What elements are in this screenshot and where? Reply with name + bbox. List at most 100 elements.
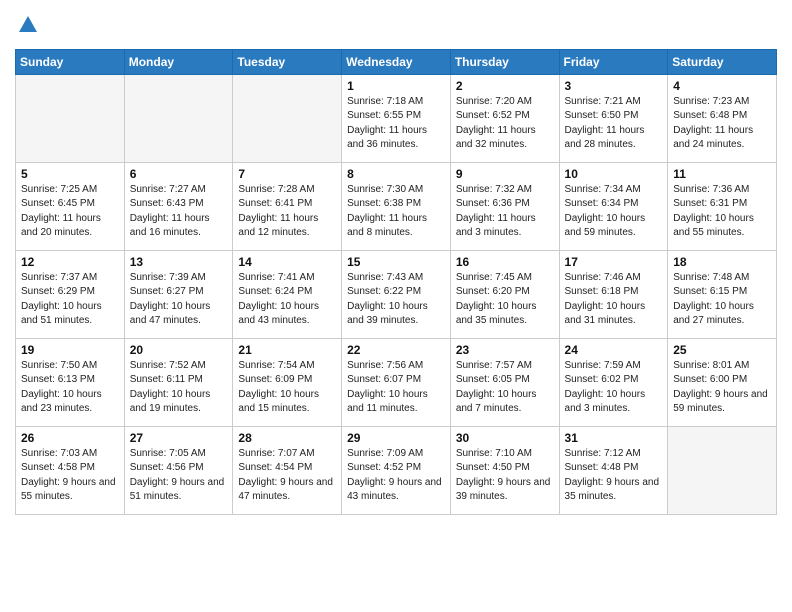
page-container: SundayMondayTuesdayWednesdayThursdayFrid… [0, 0, 792, 530]
cell-text: Sunrise: 7:52 AM Sunset: 6:11 PM Dayligh… [130, 359, 228, 417]
calendar-cell: 27 Sunrise: 7:05 AM Sunset: 4:56 PM Dayli… [124, 426, 233, 514]
cell-text: Sunrise: 7:03 AM Sunset: 4:58 PM Dayligh… [21, 447, 119, 505]
day-number: 19 [21, 343, 119, 357]
calendar-cell: 21 Sunrise: 7:54 AM Sunset: 6:09 PM Dayli… [233, 338, 342, 426]
day-number: 17 [565, 255, 663, 269]
calendar-cell: 15 Sunrise: 7:43 AM Sunset: 6:22 PM Dayli… [342, 250, 451, 338]
calendar-cell: 5 Sunrise: 7:25 AM Sunset: 6:45 PM Daylig… [16, 162, 125, 250]
day-number: 29 [347, 431, 445, 445]
day-number: 28 [238, 431, 336, 445]
day-number: 25 [673, 343, 771, 357]
day-number: 10 [565, 167, 663, 181]
cell-text: Sunrise: 7:20 AM Sunset: 6:52 PM Dayligh… [456, 95, 554, 153]
cell-text: Sunrise: 7:23 AM Sunset: 6:48 PM Dayligh… [673, 95, 771, 153]
calendar-cell: 16 Sunrise: 7:45 AM Sunset: 6:20 PM Dayli… [450, 250, 559, 338]
calendar-week-row: 26 Sunrise: 7:03 AM Sunset: 4:58 PM Dayli… [16, 426, 777, 514]
weekday-header: Saturday [668, 49, 777, 74]
cell-text: Sunrise: 7:50 AM Sunset: 6:13 PM Dayligh… [21, 359, 119, 417]
day-number: 15 [347, 255, 445, 269]
logo-icon [17, 14, 39, 36]
calendar-cell [16, 74, 125, 162]
calendar-cell: 10 Sunrise: 7:34 AM Sunset: 6:34 PM Dayli… [559, 162, 668, 250]
day-number: 30 [456, 431, 554, 445]
calendar-cell: 2 Sunrise: 7:20 AM Sunset: 6:52 PM Daylig… [450, 74, 559, 162]
cell-text: Sunrise: 7:54 AM Sunset: 6:09 PM Dayligh… [238, 359, 336, 417]
cell-text: Sunrise: 7:32 AM Sunset: 6:36 PM Dayligh… [456, 183, 554, 241]
calendar-cell: 13 Sunrise: 7:39 AM Sunset: 6:27 PM Dayli… [124, 250, 233, 338]
weekday-header-row: SundayMondayTuesdayWednesdayThursdayFrid… [16, 49, 777, 74]
day-number: 14 [238, 255, 336, 269]
cell-text: Sunrise: 7:21 AM Sunset: 6:50 PM Dayligh… [565, 95, 663, 153]
calendar-week-row: 19 Sunrise: 7:50 AM Sunset: 6:13 PM Dayli… [16, 338, 777, 426]
cell-text: Sunrise: 7:57 AM Sunset: 6:05 PM Dayligh… [456, 359, 554, 417]
calendar-cell: 14 Sunrise: 7:41 AM Sunset: 6:24 PM Dayli… [233, 250, 342, 338]
day-number: 6 [130, 167, 228, 181]
calendar-cell [124, 74, 233, 162]
cell-text: Sunrise: 7:41 AM Sunset: 6:24 PM Dayligh… [238, 271, 336, 329]
calendar-cell: 12 Sunrise: 7:37 AM Sunset: 6:29 PM Dayli… [16, 250, 125, 338]
day-number: 18 [673, 255, 771, 269]
calendar-cell: 7Sunrise: 7:28 AM Sunset: 6:41 PM Daylig… [233, 162, 342, 250]
calendar-cell: 18 Sunrise: 7:48 AM Sunset: 6:15 PM Dayli… [668, 250, 777, 338]
weekday-header: Wednesday [342, 49, 451, 74]
cell-text: Sunrise: 7:12 AM Sunset: 4:48 PM Dayligh… [565, 447, 663, 505]
cell-text: Sunrise: 7:37 AM Sunset: 6:29 PM Dayligh… [21, 271, 119, 329]
weekday-header: Tuesday [233, 49, 342, 74]
day-number: 2 [456, 79, 554, 93]
cell-text: Sunrise: 7:10 AM Sunset: 4:50 PM Dayligh… [456, 447, 554, 505]
cell-text: Sunrise: 8:01 AM Sunset: 6:00 PM Dayligh… [673, 359, 771, 417]
weekday-header: Sunday [16, 49, 125, 74]
calendar-cell: 31Sunrise: 7:12 AM Sunset: 4:48 PM Dayli… [559, 426, 668, 514]
cell-text: Sunrise: 7:09 AM Sunset: 4:52 PM Dayligh… [347, 447, 445, 505]
calendar-cell: 3Sunrise: 7:21 AM Sunset: 6:50 PM Daylig… [559, 74, 668, 162]
cell-text: Sunrise: 7:05 AM Sunset: 4:56 PM Dayligh… [130, 447, 228, 505]
calendar-cell: 9 Sunrise: 7:32 AM Sunset: 6:36 PM Daylig… [450, 162, 559, 250]
day-number: 13 [130, 255, 228, 269]
cell-text: Sunrise: 7:30 AM Sunset: 6:38 PM Dayligh… [347, 183, 445, 241]
weekday-header: Friday [559, 49, 668, 74]
calendar-cell: 25 Sunrise: 8:01 AM Sunset: 6:00 PM Dayli… [668, 338, 777, 426]
day-number: 22 [347, 343, 445, 357]
calendar-cell: 22 Sunrise: 7:56 AM Sunset: 6:07 PM Dayli… [342, 338, 451, 426]
cell-text: Sunrise: 7:48 AM Sunset: 6:15 PM Dayligh… [673, 271, 771, 329]
cell-text: Sunrise: 7:28 AM Sunset: 6:41 PM Dayligh… [238, 183, 336, 241]
page-header [15, 10, 777, 41]
day-number: 5 [21, 167, 119, 181]
calendar-cell: 11Sunrise: 7:36 AM Sunset: 6:31 PM Dayli… [668, 162, 777, 250]
day-number: 9 [456, 167, 554, 181]
cell-text: Sunrise: 7:34 AM Sunset: 6:34 PM Dayligh… [565, 183, 663, 241]
day-number: 27 [130, 431, 228, 445]
calendar-cell: 28 Sunrise: 7:07 AM Sunset: 4:54 PM Dayli… [233, 426, 342, 514]
calendar-week-row: 12 Sunrise: 7:37 AM Sunset: 6:29 PM Dayli… [16, 250, 777, 338]
calendar-cell [668, 426, 777, 514]
cell-text: Sunrise: 7:39 AM Sunset: 6:27 PM Dayligh… [130, 271, 228, 329]
calendar-cell: 6 Sunrise: 7:27 AM Sunset: 6:43 PM Daylig… [124, 162, 233, 250]
logo [15, 14, 39, 41]
cell-text: Sunrise: 7:25 AM Sunset: 6:45 PM Dayligh… [21, 183, 119, 241]
day-number: 26 [21, 431, 119, 445]
weekday-header: Thursday [450, 49, 559, 74]
day-number: 16 [456, 255, 554, 269]
calendar-cell: 26 Sunrise: 7:03 AM Sunset: 4:58 PM Dayli… [16, 426, 125, 514]
calendar-cell: 17 Sunrise: 7:46 AM Sunset: 6:18 PM Dayli… [559, 250, 668, 338]
calendar-cell: 8Sunrise: 7:30 AM Sunset: 6:38 PM Daylig… [342, 162, 451, 250]
cell-text: Sunrise: 7:46 AM Sunset: 6:18 PM Dayligh… [565, 271, 663, 329]
day-number: 21 [238, 343, 336, 357]
cell-text: Sunrise: 7:07 AM Sunset: 4:54 PM Dayligh… [238, 447, 336, 505]
day-number: 12 [21, 255, 119, 269]
cell-text: Sunrise: 7:43 AM Sunset: 6:22 PM Dayligh… [347, 271, 445, 329]
calendar-cell: 19 Sunrise: 7:50 AM Sunset: 6:13 PM Dayli… [16, 338, 125, 426]
calendar-cell: 29 Sunrise: 7:09 AM Sunset: 4:52 PM Dayli… [342, 426, 451, 514]
day-number: 11 [673, 167, 771, 181]
calendar-cell: 20Sunrise: 7:52 AM Sunset: 6:11 PM Dayli… [124, 338, 233, 426]
calendar-cell: 1Sunrise: 7:18 AM Sunset: 6:55 PM Daylig… [342, 74, 451, 162]
calendar-week-row: 5 Sunrise: 7:25 AM Sunset: 6:45 PM Daylig… [16, 162, 777, 250]
weekday-header: Monday [124, 49, 233, 74]
cell-text: Sunrise: 7:45 AM Sunset: 6:20 PM Dayligh… [456, 271, 554, 329]
calendar-cell: 30 Sunrise: 7:10 AM Sunset: 4:50 PM Dayli… [450, 426, 559, 514]
cell-text: Sunrise: 7:27 AM Sunset: 6:43 PM Dayligh… [130, 183, 228, 241]
calendar-table: SundayMondayTuesdayWednesdayThursdayFrid… [15, 49, 777, 515]
day-number: 1 [347, 79, 445, 93]
calendar-cell: 4Sunrise: 7:23 AM Sunset: 6:48 PM Daylig… [668, 74, 777, 162]
cell-text: Sunrise: 7:56 AM Sunset: 6:07 PM Dayligh… [347, 359, 445, 417]
